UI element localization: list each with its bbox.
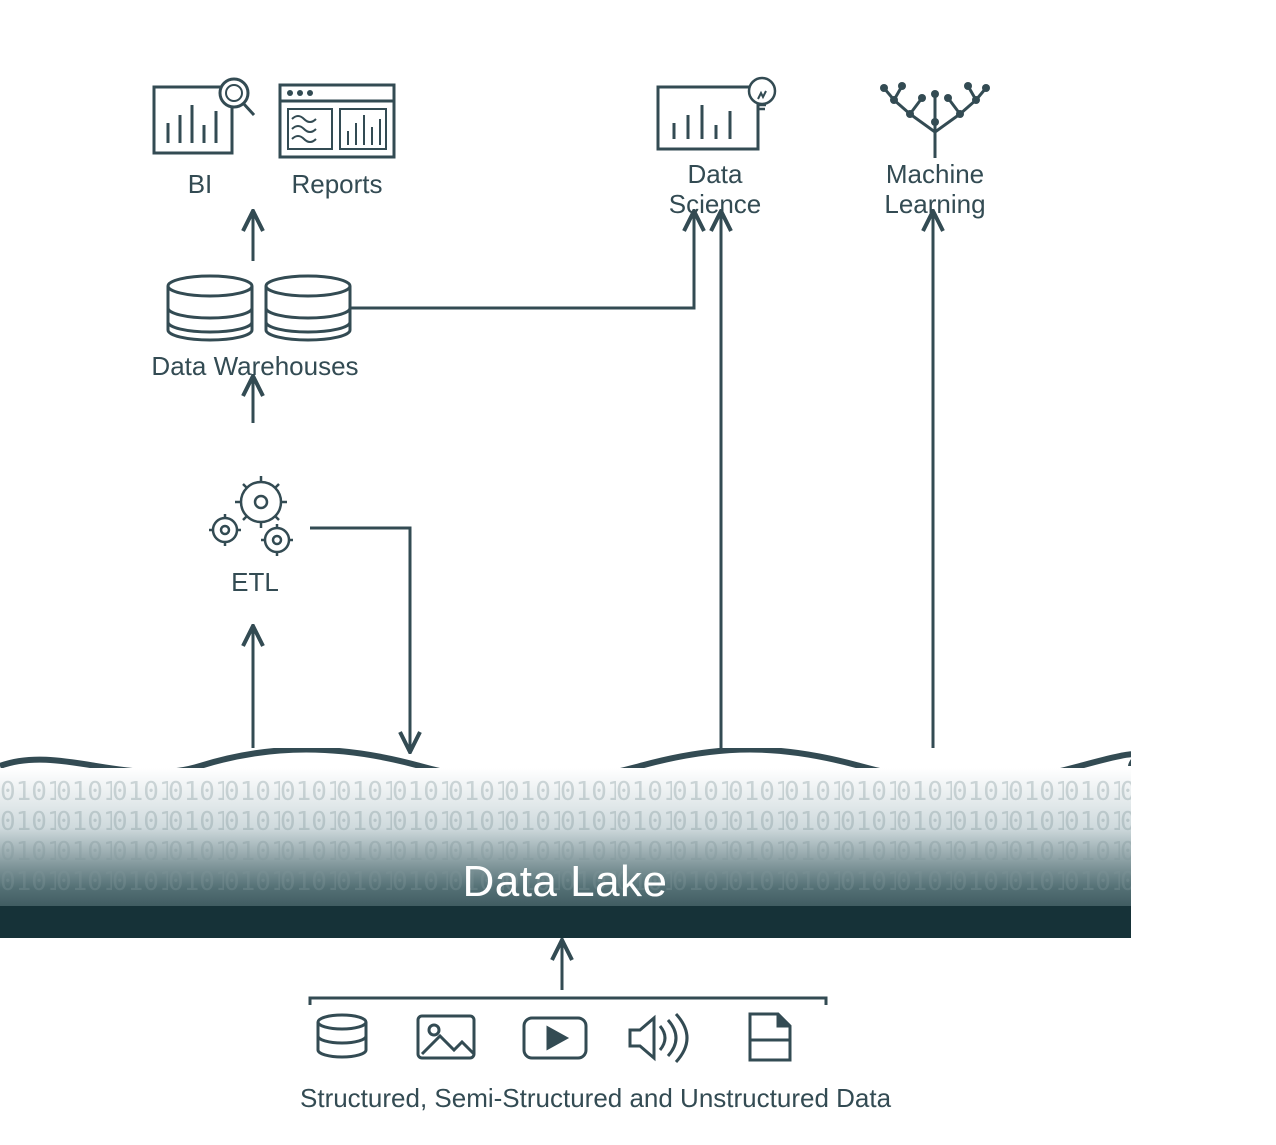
reports-icon xyxy=(262,75,412,170)
data-science-icon xyxy=(630,75,800,160)
database-icon xyxy=(318,1015,366,1057)
data-lake-graphic: 0101 Data Lake xyxy=(0,748,1131,938)
node-data-warehouses: Data Warehouses xyxy=(140,272,370,382)
bi-label: BI xyxy=(140,170,260,200)
node-data-science: Data Science xyxy=(630,75,800,220)
node-data-lake: 0101 Data Lake Data Lake xyxy=(0,748,1131,938)
warehouses-label: Data Warehouses xyxy=(140,352,370,382)
warehouses-icon xyxy=(140,272,370,352)
file-icon xyxy=(750,1014,790,1060)
ml-label: Machine Learning xyxy=(850,160,1020,220)
node-etl: ETL xyxy=(195,468,315,598)
bi-icon xyxy=(140,75,260,170)
arrow-warehouses-to-datascience xyxy=(350,213,694,308)
etl-label: ETL xyxy=(195,568,315,598)
node-machine-learning: Machine Learning xyxy=(850,70,1020,220)
node-data-sources: Structured, Semi-Structured and Unstruct… xyxy=(300,1010,840,1114)
sources-bracket xyxy=(310,998,826,1005)
ml-tree-icon xyxy=(850,70,1020,160)
video-icon xyxy=(524,1018,586,1058)
data-science-label: Data Science xyxy=(630,160,800,220)
sources-label: Structured, Semi-Structured and Unstruct… xyxy=(300,1084,840,1114)
sources-icons xyxy=(300,1010,840,1070)
etl-gears-icon xyxy=(195,468,315,568)
diagram-canvas: BI Reports xyxy=(0,0,1276,1145)
reports-label: Reports xyxy=(262,170,412,200)
node-bi: BI xyxy=(140,75,260,200)
arrow-etl-to-lake xyxy=(310,528,410,750)
audio-icon xyxy=(630,1014,687,1062)
data-lake-label-svgtext: Data Lake xyxy=(462,857,667,906)
node-reports: Reports xyxy=(262,75,412,200)
image-icon xyxy=(418,1016,474,1058)
